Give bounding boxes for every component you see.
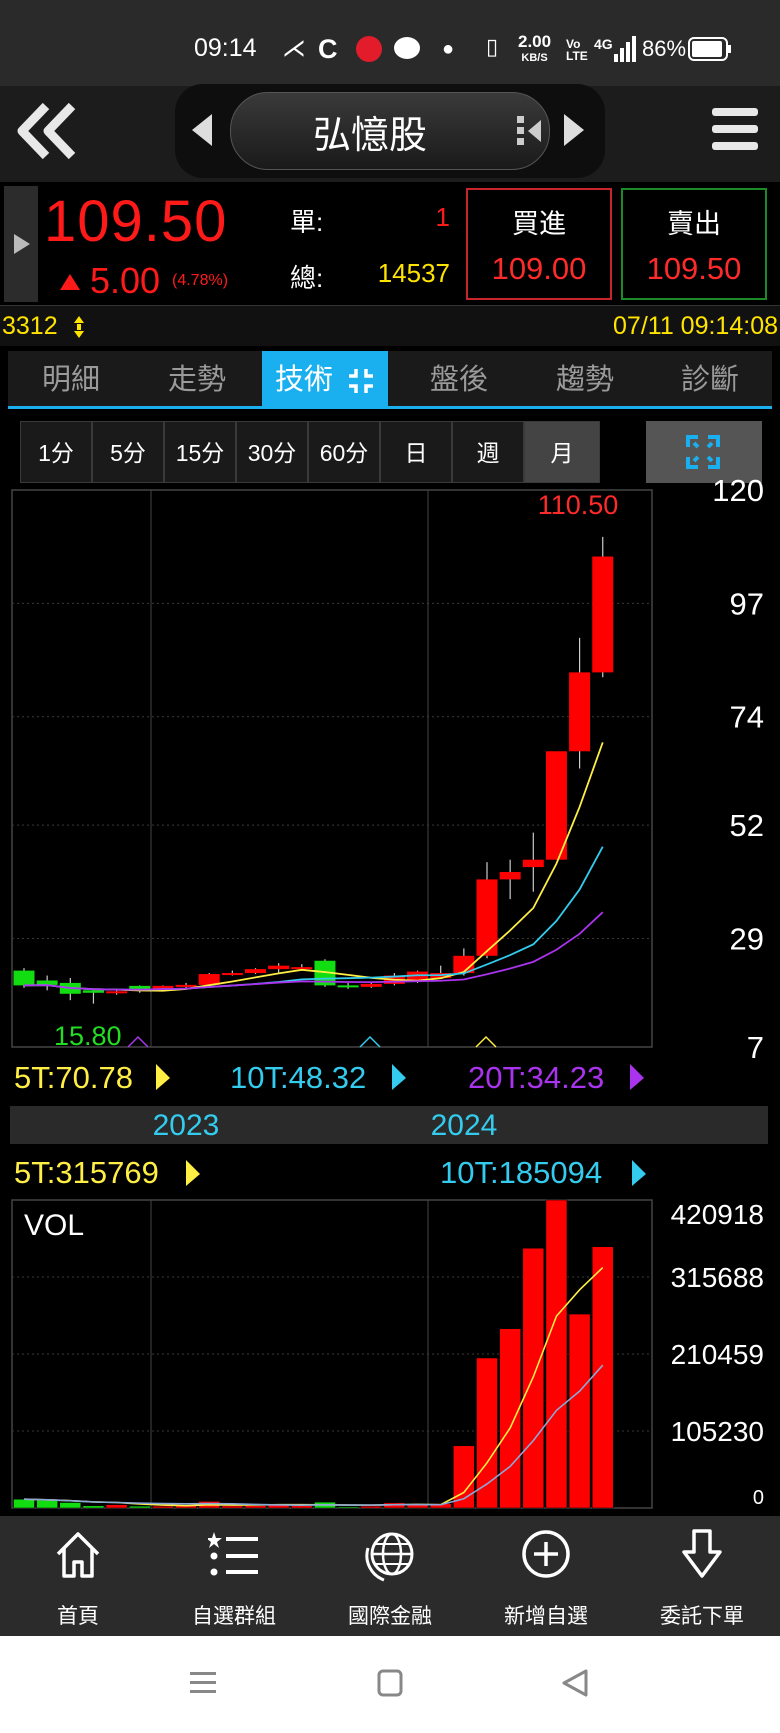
volume-bar: [568, 1313, 591, 1509]
price-ytick-label: 7: [747, 1030, 764, 1065]
nav-global-finance-label: 國際金融: [348, 1605, 432, 1628]
order-arrow-icon: [682, 1529, 722, 1578]
volume-title: VOL: [24, 1209, 84, 1242]
volume-bar: [36, 1500, 58, 1509]
nav-global-finance[interactable]: 國際金融: [312, 1516, 468, 1636]
candle-body: [36, 980, 58, 985]
volume-bar: [59, 1502, 82, 1509]
price-ytick-label: 97: [730, 586, 764, 621]
nav-watchlist-groups-label: 自選群組: [192, 1605, 276, 1628]
nav-add-watchlist[interactable]: 新增自選: [468, 1516, 624, 1636]
home-system-icon[interactable]: [376, 1668, 404, 1698]
volume-bar: [360, 1505, 382, 1509]
vol-ma5-legend-name: 5T: [14, 1155, 50, 1190]
nav-add-watchlist-label: 新增自選: [504, 1605, 588, 1628]
vol-ma10-legend-name: 10T: [440, 1155, 493, 1190]
volume-bar: [82, 1505, 105, 1509]
volume-bar: [244, 1505, 267, 1509]
volume-ytick-label: 105230: [671, 1416, 764, 1447]
vol-ma5-arrow-icon: [186, 1160, 200, 1186]
ma5-legend: 5T:70.78: [14, 1060, 133, 1095]
ma-cross-marker: [475, 1035, 497, 1048]
nav-place-order-label: 委託下單: [660, 1605, 744, 1628]
candle-body: [592, 556, 614, 673]
nav-home[interactable]: 首頁: [0, 1516, 156, 1636]
candle-body: [291, 967, 313, 970]
candle-body: [268, 965, 290, 970]
globe-icon: [365, 1532, 414, 1582]
volume-ytick-label: 210459: [671, 1339, 764, 1370]
ma5-arrow-icon: [156, 1064, 170, 1090]
vol-ma10-legend-value: 185094: [499, 1155, 602, 1190]
candle-body: [245, 969, 266, 974]
ma-cross-marker: [127, 1035, 149, 1048]
price-ytick-label: 120: [712, 473, 764, 508]
high-price-label: 110.50: [538, 490, 619, 520]
ma10-legend-name: 10T: [230, 1060, 283, 1095]
ma20-legend-value: 34.23: [527, 1060, 605, 1095]
volume-bar: [221, 1505, 244, 1509]
volume-bar: [476, 1357, 498, 1509]
volume-bar: [105, 1504, 128, 1509]
price-ytick-label: 29: [730, 922, 764, 957]
ma5-line: [23, 742, 604, 992]
nav-place-order[interactable]: 委託下單: [624, 1516, 780, 1636]
candle-body: [13, 970, 35, 986]
volume-ytick-label: 420918: [671, 1199, 764, 1230]
ma20-legend: 20T:34.23: [468, 1060, 604, 1095]
nav-home-label: 首頁: [57, 1605, 99, 1628]
ma10-line: [23, 846, 604, 991]
ma-cross-marker: [359, 1035, 381, 1048]
volume-bar: [13, 1498, 35, 1509]
ma10-legend: 10T:48.32: [230, 1060, 366, 1095]
candle-body: [221, 973, 243, 976]
candle-body: [106, 991, 128, 994]
candle-body: [522, 859, 544, 868]
volume-bar: [337, 1506, 359, 1509]
ma5-legend-name: 5T: [14, 1060, 50, 1095]
volume-bar: [291, 1505, 313, 1509]
system-nav-bar: [0, 1636, 780, 1733]
volume-bar: [152, 1505, 174, 1509]
list-icon: [208, 1532, 258, 1576]
candle-body: [499, 872, 521, 880]
vol-ma10-legend: 10T:185094: [440, 1155, 602, 1190]
ma20-arrow-icon: [630, 1064, 644, 1090]
ma20-legend-name: 20T: [468, 1060, 521, 1095]
candle-body: [569, 672, 591, 752]
plus-circle-icon: [522, 1530, 570, 1578]
back-system-icon[interactable]: [560, 1668, 590, 1698]
low-price-label: 15.80: [54, 1021, 122, 1051]
volume-bar: [129, 1505, 151, 1509]
ma5-legend-value: 70.78: [55, 1060, 133, 1095]
year-label-2024: 2024: [431, 1109, 498, 1142]
candle-body: [360, 983, 382, 987]
vol-ma5-legend: 5T:315769: [14, 1155, 159, 1190]
year-label-2023: 2023: [153, 1109, 220, 1142]
volume-bar: [545, 1199, 568, 1509]
ma10-legend-value: 48.32: [289, 1060, 367, 1095]
volume-ytick-label: 315688: [671, 1262, 764, 1293]
price-ytick-label: 74: [730, 700, 764, 735]
bottom-nav: 首頁 自選群組 國際金融 新增自選 委託下單: [0, 1516, 780, 1636]
technical-chart[interactable]: 120 97 74 52 29 7 110.50 15.80 5T:70.78 10T:4…: [0, 0, 780, 1516]
vol-ma10-arrow-icon: [632, 1160, 646, 1186]
candle-body: [337, 985, 359, 988]
price-ytick-label: 52: [730, 808, 764, 843]
volume-bar: [592, 1246, 614, 1509]
recent-apps-icon[interactable]: [188, 1668, 218, 1698]
home-icon: [56, 1532, 100, 1578]
vol-ma5-legend-value: 315769: [55, 1155, 158, 1190]
year-axis-bar: [10, 1106, 768, 1144]
ma10-arrow-icon: [392, 1064, 406, 1090]
nav-watchlist-groups[interactable]: 自選群組: [156, 1516, 312, 1636]
volume-ytick-label: 0: [753, 1487, 764, 1509]
candle-body: [175, 984, 197, 987]
volume-bar: [499, 1328, 521, 1509]
candle-body: [82, 990, 104, 993]
